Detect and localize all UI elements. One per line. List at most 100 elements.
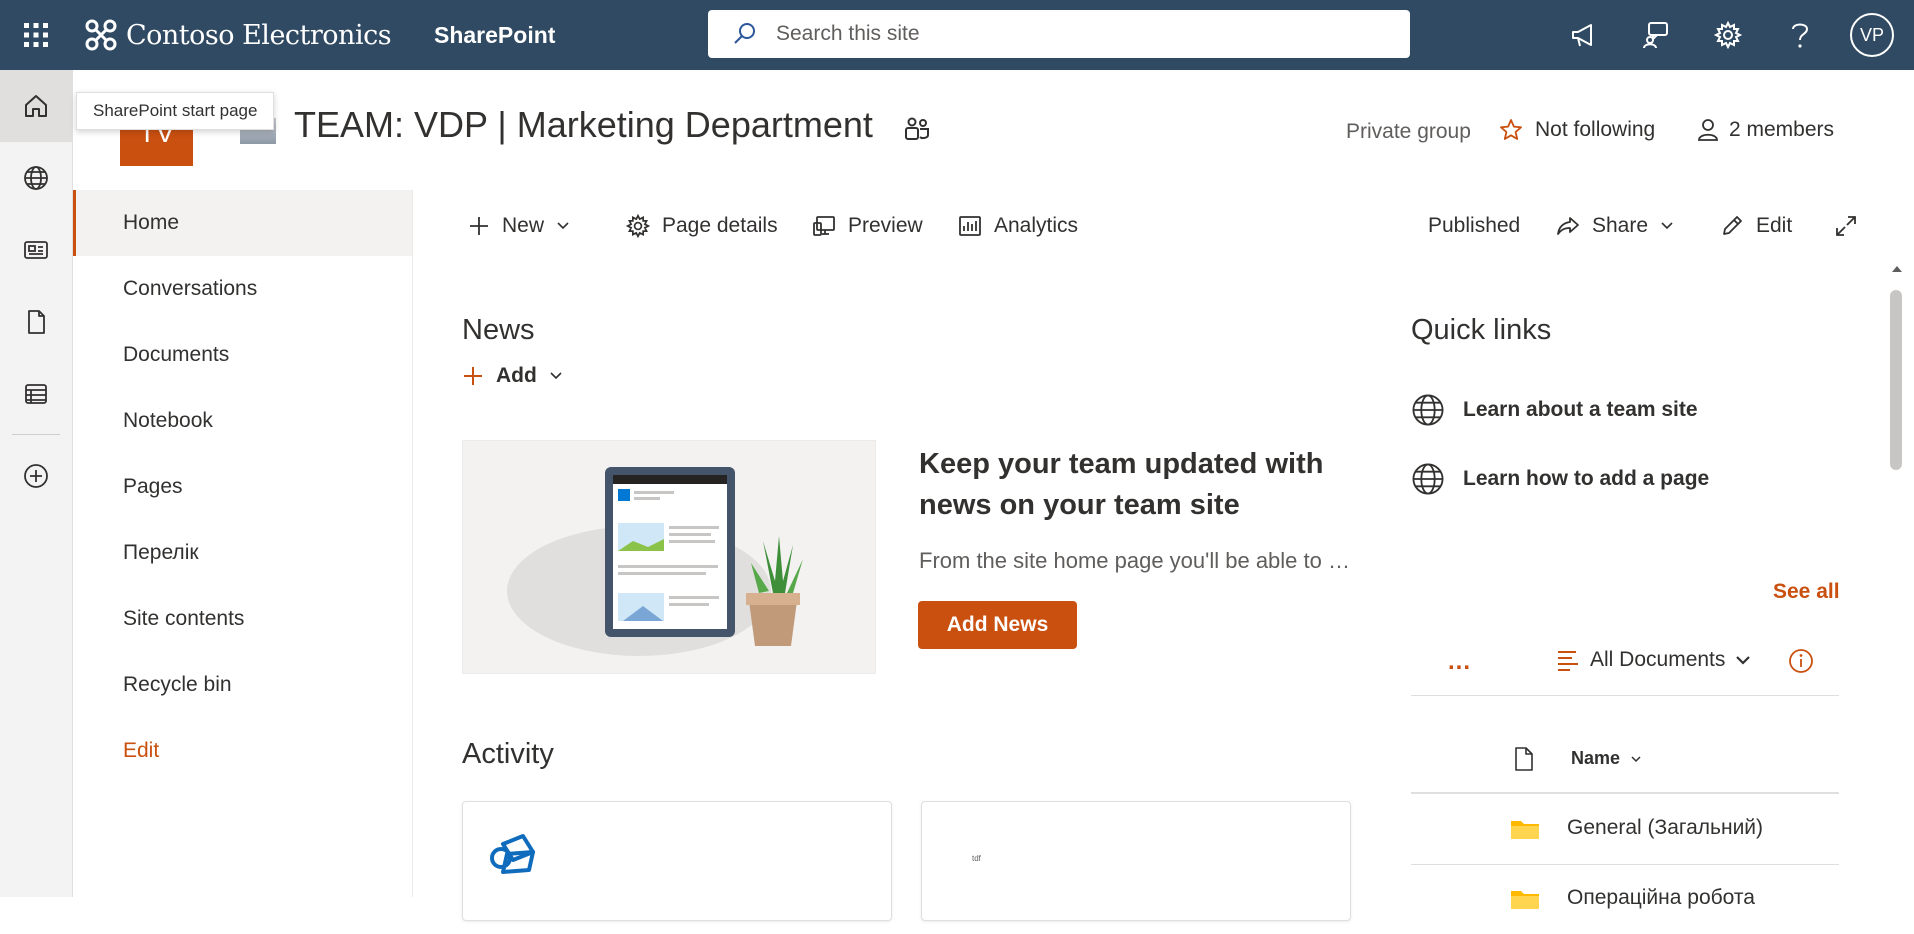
preview-button[interactable]: Preview: [812, 208, 923, 244]
file-icon[interactable]: [0, 286, 72, 358]
announcement-icon[interactable]: [1564, 15, 1604, 55]
preview-label: Preview: [848, 214, 923, 237]
preview-device-icon: [812, 214, 836, 238]
row-name: General (Загальний): [1567, 816, 1764, 839]
quick-link-label: Learn about a team site: [1463, 398, 1698, 421]
globe-icon: [1411, 393, 1445, 427]
view-label: All Documents: [1590, 648, 1726, 671]
name-column-header[interactable]: Name: [1571, 748, 1642, 769]
new-button[interactable]: New: [468, 208, 570, 244]
share-label: Share: [1592, 214, 1649, 237]
search-icon: [732, 21, 758, 47]
edit-page-button[interactable]: Edit: [1720, 208, 1792, 244]
globe-icon[interactable]: [0, 142, 72, 214]
activity-heading: Activity: [462, 738, 554, 770]
doc-divider: [1411, 695, 1839, 696]
activity-card-tag: tdf: [972, 854, 981, 863]
feedback-icon[interactable]: [1636, 15, 1676, 55]
chevron-down-icon: [549, 371, 563, 381]
folder-icon: [1510, 818, 1540, 840]
search-box[interactable]: Search this site: [708, 10, 1410, 58]
name-column-label: Name: [1571, 748, 1621, 768]
search-placeholder: Search this site: [776, 22, 920, 45]
nav-item-recycle-bin[interactable]: Recycle bin: [73, 652, 412, 718]
plus-icon: [462, 365, 484, 387]
nav-item-list[interactable]: Перелік: [73, 520, 412, 586]
scrollbar-thumb[interactable]: [1890, 290, 1902, 470]
expand-icon[interactable]: [1834, 208, 1858, 244]
more-options-button[interactable]: ...: [1448, 648, 1471, 676]
page-details-label: Page details: [662, 214, 778, 237]
follow-button[interactable]: Not following: [1499, 118, 1655, 142]
brand-logo[interactable]: Contoso Electronics: [84, 14, 392, 56]
chevron-down-icon: [556, 221, 570, 231]
info-icon[interactable]: [1788, 648, 1814, 674]
app-bar: [0, 70, 73, 897]
row-name: Операційна робота: [1567, 886, 1755, 909]
see-all-link[interactable]: See all: [1773, 580, 1840, 604]
folder-icon: [1510, 888, 1540, 910]
nav-item-pages[interactable]: Pages: [73, 454, 412, 520]
members-button[interactable]: 2 members: [1697, 118, 1834, 142]
contoso-logo-icon: [84, 18, 118, 52]
page-details-button[interactable]: Page details: [626, 208, 778, 244]
home-tooltip: SharePoint start page: [76, 92, 275, 130]
view-selector[interactable]: All Documents: [1556, 648, 1751, 672]
nav-item-conversations[interactable]: Conversations: [73, 256, 412, 322]
chevron-down-icon: [1660, 221, 1674, 231]
add-news-button[interactable]: Add News: [918, 601, 1077, 649]
analytics-label: Analytics: [994, 214, 1079, 237]
edit-label: Edit: [1756, 214, 1793, 237]
star-icon: [1499, 118, 1523, 142]
nav-item-site-contents[interactable]: Site contents: [73, 586, 412, 652]
activity-card[interactable]: [462, 801, 892, 921]
nav-edit-link[interactable]: Edit: [73, 718, 412, 784]
appbar-divider: [12, 434, 60, 435]
avatar[interactable]: VP: [1850, 13, 1894, 57]
list-icon[interactable]: [0, 358, 72, 430]
quick-link-label: Learn how to add a page: [1463, 467, 1710, 490]
quick-links-heading: Quick links: [1411, 314, 1552, 346]
published-status: Published: [1428, 214, 1521, 237]
app-name[interactable]: SharePoint: [434, 22, 555, 49]
analytics-chart-icon: [958, 214, 982, 238]
news-add-label: Add: [496, 364, 537, 387]
new-label: New: [502, 214, 545, 237]
left-navigation: Home Conversations Documents Notebook Pa…: [73, 190, 413, 897]
follow-label: Not following: [1535, 118, 1656, 141]
quick-link-item[interactable]: Learn about a team site: [1411, 393, 1698, 427]
plus-icon: [468, 215, 490, 237]
create-plus-icon[interactable]: [0, 440, 72, 512]
news-icon[interactable]: [0, 214, 72, 286]
table-row[interactable]: Операційна робота: [1411, 864, 1839, 934]
home-icon[interactable]: [0, 70, 72, 142]
brand-name: Contoso Electronics: [126, 19, 392, 51]
members-label: 2 members: [1729, 118, 1835, 141]
chevron-down-icon: [1735, 654, 1751, 666]
quick-link-item[interactable]: Learn how to add a page: [1411, 462, 1709, 496]
nav-item-notebook[interactable]: Notebook: [73, 388, 412, 454]
doc-column-header: Name: [1411, 738, 1839, 792]
outlook-icon: [487, 832, 537, 878]
person-icon: [1697, 118, 1719, 142]
news-description: From the site home page you'll be able t…: [919, 548, 1359, 573]
nav-item-documents[interactable]: Documents: [73, 322, 412, 388]
share-icon: [1556, 214, 1580, 238]
share-button[interactable]: Share: [1556, 208, 1674, 244]
file-type-icon[interactable]: [1514, 746, 1534, 772]
news-headline: Keep your team updated with news on your…: [919, 448, 1324, 521]
app-launcher-icon[interactable]: [18, 17, 54, 53]
news-add-button[interactable]: Add: [462, 364, 563, 388]
analytics-button[interactable]: Analytics: [958, 208, 1078, 244]
activity-card[interactable]: tdf: [921, 801, 1351, 921]
news-heading: News: [462, 314, 535, 346]
globe-icon: [1411, 462, 1445, 496]
help-icon[interactable]: [1780, 15, 1820, 55]
gear-icon: [626, 214, 650, 238]
table-row[interactable]: General (Загальний): [1411, 794, 1839, 864]
site-title[interactable]: TEAM: VDP | Marketing Department: [294, 104, 873, 146]
nav-item-home[interactable]: Home: [73, 190, 412, 256]
view-lines-icon: [1556, 649, 1580, 671]
settings-gear-icon[interactable]: [1708, 15, 1748, 55]
teams-group-icon[interactable]: [903, 116, 931, 142]
